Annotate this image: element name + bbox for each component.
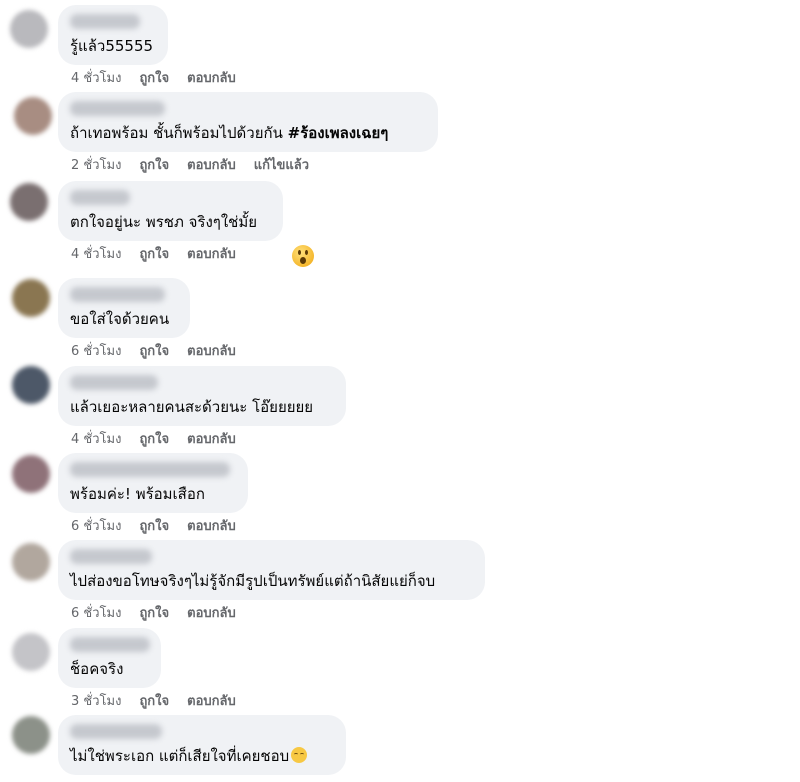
blurred-commenter-name[interactable] bbox=[70, 724, 162, 739]
blurred-commenter-name[interactable] bbox=[70, 190, 130, 205]
blurred-commenter-name[interactable] bbox=[70, 637, 150, 652]
avatar[interactable] bbox=[12, 455, 50, 493]
reply-button[interactable]: ตอบกลับ bbox=[187, 606, 236, 622]
like-button[interactable]: ถูกใจ bbox=[139, 694, 169, 710]
avatar[interactable] bbox=[14, 97, 52, 135]
timestamp-link[interactable]: 6 ชั่วโมง bbox=[71, 606, 121, 622]
avatar[interactable] bbox=[12, 543, 50, 581]
eye bbox=[298, 250, 301, 255]
comment-actions: 6 ชั่วโมง ถูกใจ ตอบกลับ bbox=[71, 606, 236, 622]
reply-button[interactable]: ตอบกลับ bbox=[187, 519, 236, 535]
eye bbox=[305, 250, 308, 255]
comment-bubble: ถ้าเทอพร้อม ชั้นก็พร้อมไปด้วยกัน #ร้องเพ… bbox=[58, 92, 438, 152]
reply-button[interactable]: ตอบกลับ bbox=[187, 247, 236, 263]
avatar[interactable] bbox=[12, 716, 50, 754]
avatar[interactable] bbox=[12, 633, 50, 671]
surprised-face-emoji-icon[interactable] bbox=[292, 245, 314, 267]
blurred-commenter-name[interactable] bbox=[70, 101, 165, 116]
comment-bubble: ตกใจอยู่นะ พรชภ จริงๆใช่มั้ย bbox=[58, 181, 283, 241]
timestamp-link[interactable]: 6 ชั่วโมง bbox=[71, 519, 121, 535]
hashtag-link[interactable]: #ร้องเพลงเฉยๆ bbox=[288, 124, 389, 142]
timestamp-link[interactable]: 6 ชั่วโมง bbox=[71, 344, 121, 360]
comment-actions: 3 ชั่วโมง ถูกใจ ตอบกลับ bbox=[71, 694, 236, 710]
reply-button[interactable]: ตอบกลับ bbox=[187, 432, 236, 448]
comment-text: ตกใจอยู่นะ พรชภ จริงๆใช่มั้ย bbox=[70, 213, 258, 231]
comment-text: ขอใส่ใจด้วยคน bbox=[70, 310, 170, 328]
comment-bubble: ไม่ใช่พระเอก แต่ก็เสียใจที่เคยชอบ bbox=[58, 715, 346, 775]
like-button[interactable]: ถูกใจ bbox=[139, 71, 169, 87]
comment-bubble: ช็อคจริง bbox=[58, 628, 161, 688]
comment-bubble: รู้แล้ว55555 bbox=[58, 5, 168, 65]
comment-bubble: ไปส่องขอโทษจริงๆไม่รู้จักมีรูปเป็นทรัพย์… bbox=[58, 540, 485, 600]
timestamp-link[interactable]: 3 ชั่วโมง bbox=[71, 694, 121, 710]
comment-text: ถ้าเทอพร้อม ชั้นก็พร้อมไปด้วยกัน #ร้องเพ… bbox=[70, 123, 388, 143]
reply-button[interactable]: ตอบกลับ bbox=[187, 71, 236, 87]
comment-feed: รู้แล้ว55555 4 ชั่วโมง ถูกใจ ตอบกลับ ถ้า… bbox=[0, 0, 800, 782]
comment-text: รู้แล้ว55555 bbox=[70, 37, 154, 55]
comment-text-body: ถ้าเทอพร้อม ชั้นก็พร้อมไปด้วยกัน bbox=[70, 124, 288, 142]
blurred-commenter-name[interactable] bbox=[70, 549, 152, 564]
pensive-face-emoji-icon bbox=[291, 747, 308, 763]
blurred-commenter-name[interactable] bbox=[70, 287, 165, 302]
timestamp-link[interactable]: 4 ชั่วโมง bbox=[71, 432, 121, 448]
like-button[interactable]: ถูกใจ bbox=[139, 606, 169, 622]
mouth bbox=[300, 257, 306, 264]
comment-actions: 4 ชั่วโมง ถูกใจ ตอบกลับ bbox=[71, 247, 236, 263]
comment-actions: 4 ชั่วโมง ถูกใจ ตอบกลับ bbox=[71, 71, 236, 87]
like-button[interactable]: ถูกใจ bbox=[139, 519, 169, 535]
like-button[interactable]: ถูกใจ bbox=[139, 247, 169, 263]
comment-bubble: ขอใส่ใจด้วยคน bbox=[58, 278, 190, 338]
comment-text: ไม่ใช่พระเอก แต่ก็เสียใจที่เคยชอบ bbox=[70, 746, 308, 766]
avatar[interactable] bbox=[12, 366, 50, 404]
like-button[interactable]: ถูกใจ bbox=[139, 344, 169, 360]
blurred-commenter-name[interactable] bbox=[70, 462, 230, 477]
avatar[interactable] bbox=[10, 183, 48, 221]
comment-actions: 6 ชั่วโมง ถูกใจ ตอบกลับ bbox=[71, 519, 236, 535]
comment-actions: 6 ชั่วโมง ถูกใจ ตอบกลับ bbox=[71, 344, 236, 360]
comment-actions: 2 ชั่วโมง ถูกใจ ตอบกลับ แก้ไขแล้ว bbox=[71, 158, 309, 174]
comment-text: ช็อคจริง bbox=[70, 660, 124, 678]
avatar[interactable] bbox=[12, 279, 50, 317]
comment-text: แล้วเยอะหลายคนสะด้วยนะ โอ๊ยยยยย bbox=[70, 398, 314, 416]
comment-text: ไปส่องขอโทษจริงๆไม่รู้จักมีรูปเป็นทรัพย์… bbox=[70, 572, 436, 590]
reply-button[interactable]: ตอบกลับ bbox=[187, 158, 236, 174]
comment-text: พร้อมค่ะ! พร้อมเสือก bbox=[70, 485, 205, 503]
like-button[interactable]: ถูกใจ bbox=[139, 158, 169, 174]
timestamp-link[interactable]: 4 ชั่วโมง bbox=[71, 71, 121, 87]
blurred-commenter-name[interactable] bbox=[70, 375, 158, 390]
comment-bubble: พร้อมค่ะ! พร้อมเสือก bbox=[58, 453, 248, 513]
timestamp-link[interactable]: 4 ชั่วโมง bbox=[71, 247, 121, 263]
reply-button[interactable]: ตอบกลับ bbox=[187, 344, 236, 360]
timestamp-link[interactable]: 2 ชั่วโมง bbox=[71, 158, 121, 174]
avatar[interactable] bbox=[10, 10, 48, 48]
reply-button[interactable]: ตอบกลับ bbox=[187, 694, 236, 710]
comment-text-body: ไม่ใช่พระเอก แต่ก็เสียใจที่เคยชอบ bbox=[70, 747, 290, 765]
like-button[interactable]: ถูกใจ bbox=[139, 432, 169, 448]
comment-bubble: แล้วเยอะหลายคนสะด้วยนะ โอ๊ยยยยย bbox=[58, 366, 346, 426]
edited-label[interactable]: แก้ไขแล้ว bbox=[254, 158, 309, 174]
blurred-commenter-name[interactable] bbox=[70, 14, 140, 29]
comment-actions: 4 ชั่วโมง ถูกใจ ตอบกลับ bbox=[71, 432, 236, 448]
